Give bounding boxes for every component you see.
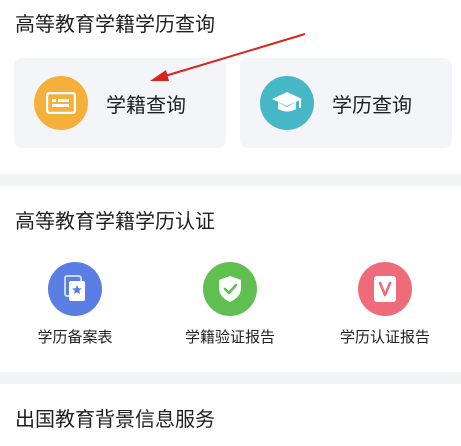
student-status-verification-label: 学籍验证报告 bbox=[184, 328, 275, 346]
student-status-query-label: 学籍查询 bbox=[106, 92, 186, 117]
section-divider bbox=[0, 372, 461, 384]
section-title-certification: 高等教育学籍学历认证 bbox=[15, 209, 215, 233]
record-form-label: 学历备案表 bbox=[37, 328, 113, 346]
student-status-verification-item[interactable]: 学籍验证报告 bbox=[155, 262, 305, 347]
section-title-query: 高等教育学籍学历查询 bbox=[15, 12, 215, 36]
record-form-item[interactable]: 学历备案表 bbox=[0, 262, 150, 347]
app-screen: 高等教育学籍学历查询 学籍查询 学历查询 高等教育学籍学历认证 学历备案表 学籍… bbox=[0, 0, 461, 446]
degree-certification-label: 学历认证报告 bbox=[339, 328, 430, 346]
degree-query-label: 学历查询 bbox=[332, 92, 412, 117]
degree-query-card[interactable]: 学历查询 bbox=[240, 58, 452, 148]
student-status-query-card[interactable]: 学籍查询 bbox=[14, 58, 226, 148]
graduation-cap-icon bbox=[260, 76, 314, 130]
shield-check-icon bbox=[203, 262, 257, 316]
degree-certification-item[interactable]: 学历认证报告 bbox=[310, 262, 460, 347]
record-document-icon bbox=[48, 262, 102, 316]
student-id-card-icon bbox=[34, 76, 88, 130]
verified-report-icon bbox=[358, 262, 412, 316]
section-title-abroad: 出国教育背景信息服务 bbox=[15, 407, 215, 431]
section-divider bbox=[0, 174, 461, 186]
